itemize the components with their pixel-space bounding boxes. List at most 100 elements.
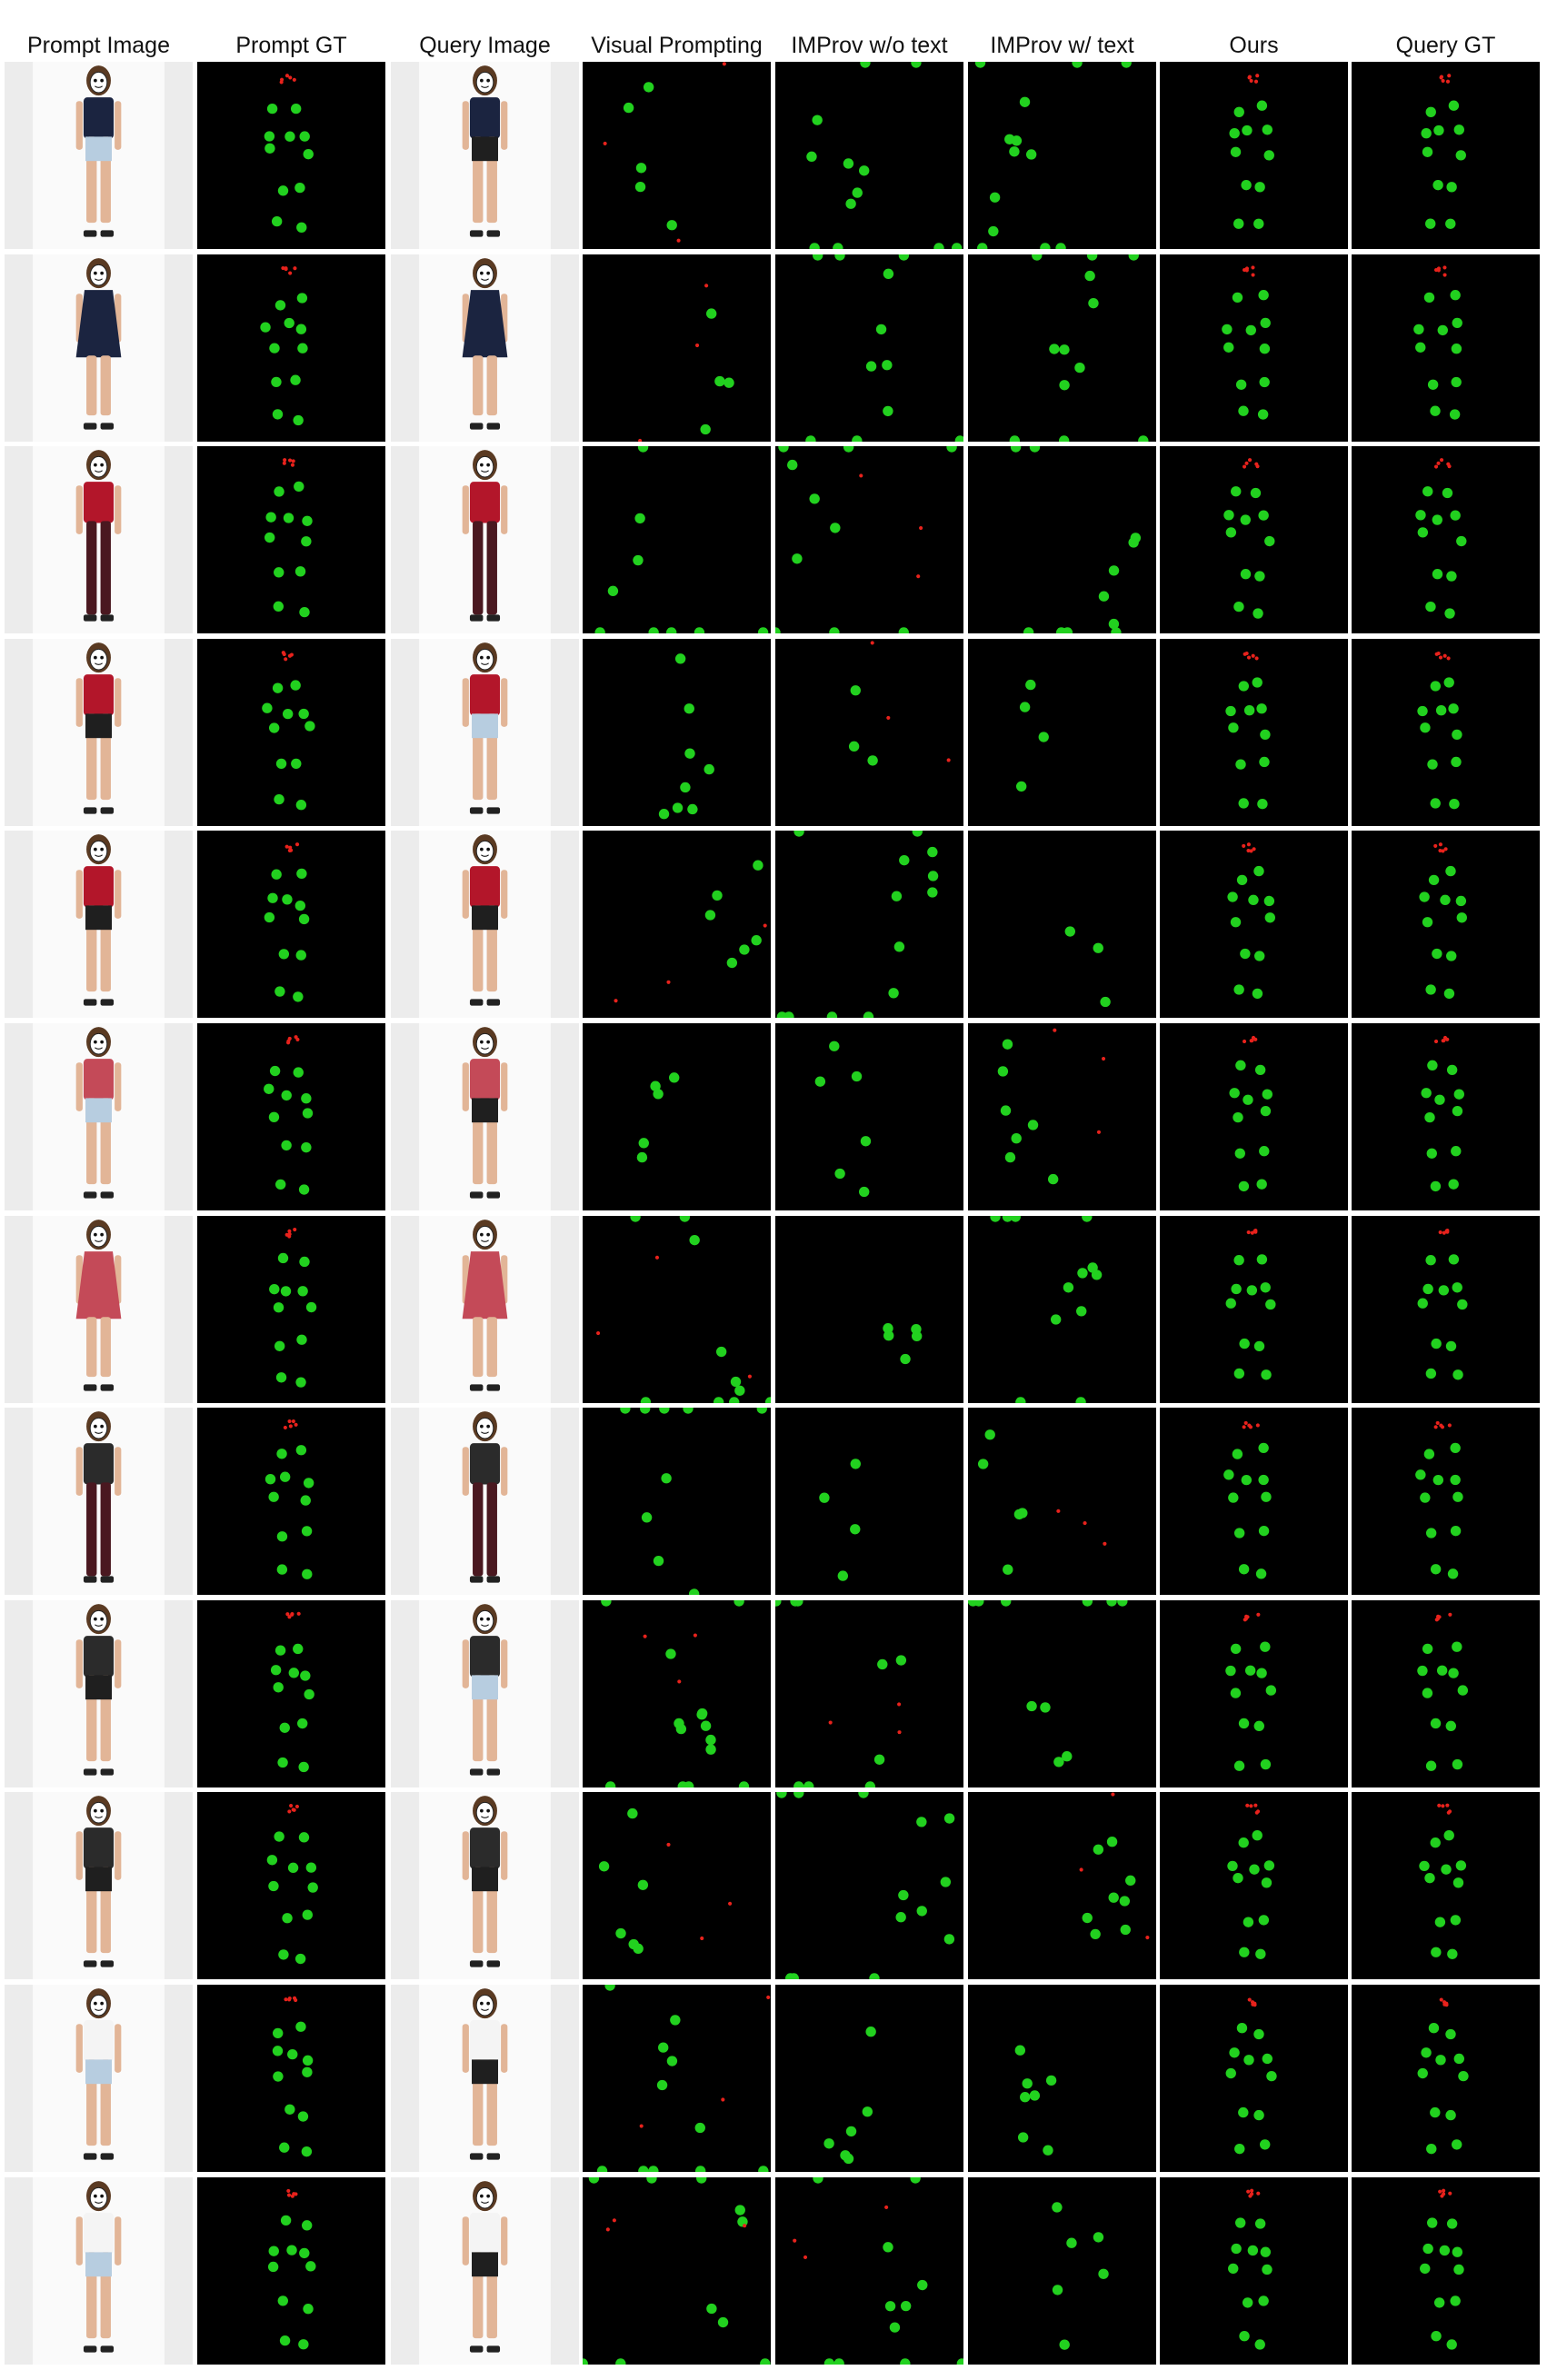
head-keypoint-dot [1438, 2189, 1442, 2194]
head-keypoint-dot [1246, 842, 1251, 847]
keypoint-dot [1423, 292, 1435, 303]
keypoint-dot [284, 2104, 295, 2115]
shoe-shape [469, 422, 484, 430]
arm-shape [115, 1831, 122, 1881]
head-keypoint-dot [292, 77, 296, 82]
keypoint-dot [848, 741, 860, 752]
mask-eye [486, 1040, 490, 1044]
keypoint-dot [1451, 756, 1462, 767]
head-keypoint-dot [1445, 79, 1451, 84]
keypoint-dot [302, 1108, 314, 1119]
keypoint-dot [290, 680, 301, 691]
query-gt-cell [1352, 1408, 1540, 1596]
mask-eye [486, 78, 490, 83]
shorts-shape [472, 2251, 498, 2276]
visual-prompting-cell [583, 1985, 771, 2172]
keypoint-dot [653, 1089, 664, 1100]
top-shape [83, 2212, 115, 2255]
header-prompt-gt: Prompt GT [235, 32, 347, 58]
head-keypoint-dot [1247, 1423, 1252, 1428]
ours-cell [1160, 831, 1348, 1019]
keypoint-dot [1230, 1688, 1242, 1698]
keypoint-dot [1228, 722, 1239, 733]
keypoint-dot [734, 2204, 745, 2216]
keypoint-dot [1231, 1283, 1242, 1294]
keypoint-dot [1064, 926, 1075, 938]
keypoint-dot [1261, 1877, 1273, 1888]
keypoint-dot [1119, 1896, 1131, 1907]
person-photo [391, 638, 579, 826]
head-keypoint-dot [1447, 1423, 1452, 1428]
keypoint-heatmap [264, 842, 310, 1002]
head-keypoint-dot [1442, 273, 1447, 277]
keypoint-dot [793, 1792, 804, 1799]
keypoint-dot [302, 2066, 313, 2077]
arm-shape [462, 101, 469, 150]
mask-eye [480, 2001, 484, 2006]
keypoint-dot [1426, 1148, 1437, 1159]
top-shape [83, 482, 115, 523]
keypoint-dot [1015, 781, 1027, 792]
mask-eye [480, 463, 484, 467]
improv-with-text-cell [968, 1215, 1156, 1403]
head-keypoint-dot [284, 845, 289, 850]
keypoint-heatmap [1222, 264, 1271, 420]
keypoint-heatmap [269, 1227, 317, 1388]
keypoint-dot [1106, 1599, 1117, 1607]
keypoint-heatmap [583, 2176, 771, 2365]
keypoint-dot [298, 1184, 310, 1195]
head-keypoint-dot [1079, 1867, 1083, 1872]
keypoint-dot [1456, 536, 1467, 547]
head-keypoint-dot [1250, 2188, 1254, 2193]
keypoint-dot [1255, 1949, 1266, 1960]
keypoint-dot [1252, 989, 1263, 1000]
improv-with-text-cell [968, 1023, 1156, 1210]
keypoint-dot [1446, 2338, 1457, 2350]
keypoint-dot [911, 1323, 922, 1334]
mask-eye [486, 2001, 490, 2006]
keypoint-dot [1227, 891, 1238, 903]
improv-without-text-cell [775, 2176, 963, 2365]
keypoint-dot [1243, 704, 1255, 716]
keypoint-dot [282, 1913, 293, 1924]
keypoint-dot [274, 793, 284, 805]
face-mask [475, 841, 494, 862]
keypoint-dot [705, 308, 717, 319]
keypoint-dot [1452, 1491, 1463, 1503]
shoe-shape [100, 1576, 115, 1583]
head-keypoint-dot [793, 2238, 797, 2243]
improv-without-text-cell [775, 1023, 963, 1210]
keypoint-dot [1448, 1253, 1460, 1265]
keypoint-dot [1446, 951, 1457, 962]
person-photo [391, 1023, 579, 1210]
prompt-gt-cell [197, 1599, 385, 1787]
head-keypoint-dot [700, 1937, 704, 1941]
keypoint-dot [1446, 2217, 1458, 2229]
keypoint-dot [1238, 681, 1250, 692]
head-keypoint-dot [1434, 1618, 1439, 1622]
keypoint-dot [1444, 608, 1455, 619]
keypoint-dot [751, 935, 762, 946]
keypoint-dot [1233, 1254, 1244, 1265]
head-keypoint-dot [286, 2188, 291, 2193]
keypoint-dot [1052, 2201, 1063, 2213]
keypoint-dot [653, 1556, 664, 1567]
keypoint-dot [1240, 514, 1251, 525]
shoe-shape [486, 1576, 501, 1583]
keypoint-heatmap [658, 652, 714, 820]
keypoint-dot [296, 1334, 307, 1345]
keypoint-dot [1436, 1665, 1448, 1676]
keypoint-dot [640, 1396, 652, 1403]
query-image-cell [391, 2176, 579, 2365]
keypoint-dot [1228, 2263, 1239, 2274]
keypoint-dot [916, 1906, 927, 1917]
face-mask [475, 1225, 494, 1248]
keypoint-heatmap [1420, 2188, 1464, 2350]
arm-shape [115, 870, 122, 920]
keypoint-dot [301, 1142, 312, 1153]
head-keypoint-dot [1242, 464, 1247, 469]
head-keypoint-dot [828, 1720, 833, 1725]
query-image-cell [391, 831, 579, 1019]
keypoint-dot [1023, 627, 1034, 634]
head-keypoint-dot [1250, 1230, 1254, 1235]
